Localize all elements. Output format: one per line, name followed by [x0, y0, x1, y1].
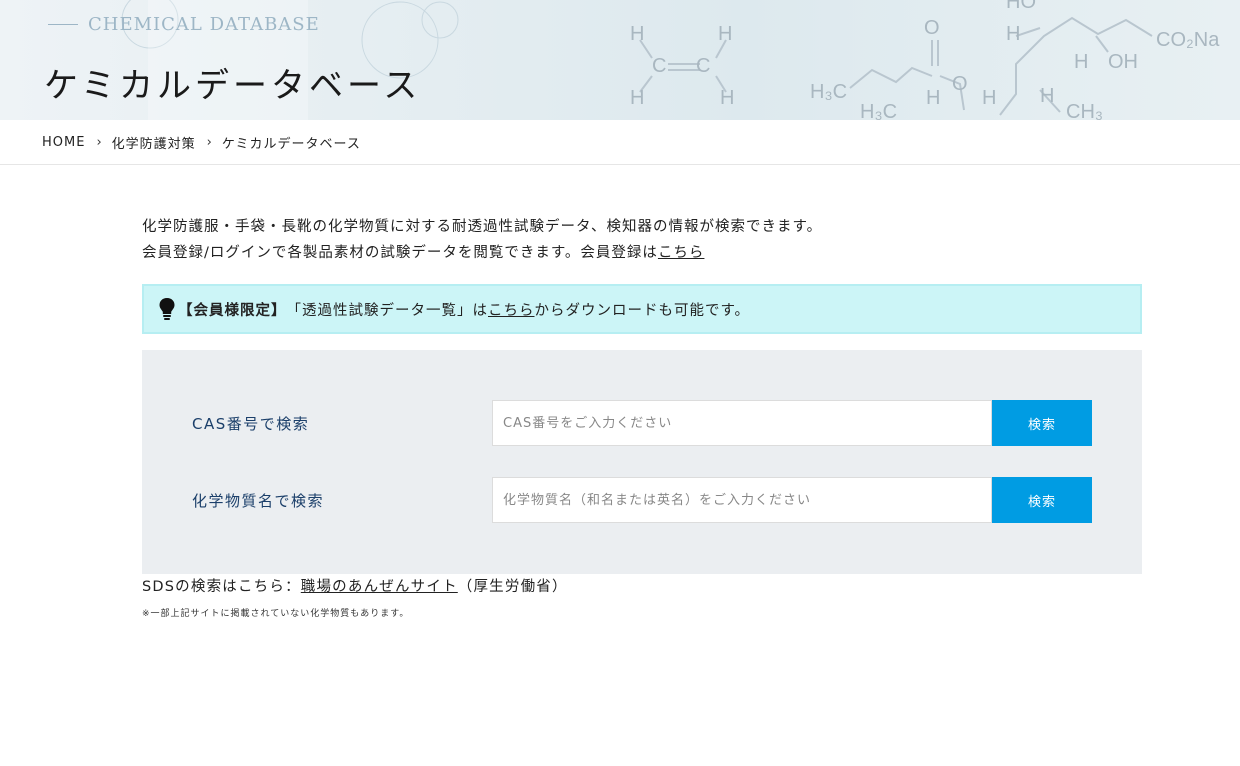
svg-text:OH: OH	[1108, 51, 1138, 73]
subtitle-rule	[48, 24, 78, 25]
chemical-name-input[interactable]	[492, 477, 992, 523]
main-content: 化学防護服・手袋・長靴の化学物質に対する耐透過性試験データ、検知器の情報が検索で…	[142, 214, 1142, 619]
breadcrumb-current: ケミカルデータベース	[221, 136, 361, 152]
cas-search-label: CAS番号で検索	[192, 414, 310, 433]
member-registration-link[interactable]: こちら	[658, 245, 705, 261]
intro-text: 化学防護服・手袋・長靴の化学物質に対する耐透過性試験データ、検知器の情報が検索で…	[142, 214, 1142, 266]
svg-text:H: H	[982, 87, 996, 109]
chevron-right-icon: ›	[96, 134, 103, 150]
svg-text:HO: HO	[1006, 0, 1036, 13]
notice-text-before: 「透過性試験データ一覧」は	[286, 302, 488, 319]
intro-line-1: 化学防護服・手袋・長靴の化学物質に対する耐透過性試験データ、検知器の情報が検索で…	[142, 219, 823, 235]
hero-subtitle: CHEMICAL DATABASE	[48, 14, 320, 35]
page-title: ケミカルデータベース	[44, 66, 422, 106]
sds-search-text: SDSの検索はこちら：職場のあんぜんサイト（厚生労働省）	[142, 576, 1142, 598]
svg-text:H: H	[720, 87, 734, 109]
svg-text:H: H	[718, 23, 732, 45]
svg-text:H: H	[926, 87, 940, 109]
members-only-label: 【会員様限定】	[178, 302, 287, 319]
search-panel: CAS番号で検索 検索 化学物質名で検索 検索	[142, 350, 1142, 574]
chemical-name-search-label: 化学物質名で検索	[192, 491, 325, 510]
cas-search-row: CAS番号で検索 検索	[192, 400, 1092, 446]
svg-text:CH₃: CH₃	[1066, 101, 1103, 120]
anzen-site-link[interactable]: 職場のあんぜんサイト	[301, 579, 458, 595]
svg-text:H: H	[630, 23, 644, 45]
cas-number-input[interactable]	[492, 400, 992, 446]
svg-text:H₃C: H₃C	[810, 81, 847, 103]
svg-text:H: H	[1074, 51, 1088, 73]
sds-text-after: （厚生労働省）	[457, 579, 568, 595]
name-search-row: 化学物質名で検索 検索	[192, 477, 1092, 523]
chemical-name-search-button[interactable]: 検索	[992, 477, 1092, 523]
lightbulb-icon	[159, 298, 175, 320]
breadcrumb: HOME › 化学防護対策 › ケミカルデータベース	[0, 120, 1240, 165]
intro-line-2-text: 会員登録/ログインで各製品素材の試験データを閲覧できます。会員登録は	[142, 245, 658, 261]
breadcrumb-home-link[interactable]: HOME	[42, 135, 85, 150]
hero-subtitle-text: CHEMICAL DATABASE	[88, 14, 320, 35]
hero-banner: H H C C H H H₃C O O H₃C H H HO H H OH CO…	[0, 0, 1240, 120]
svg-text:H: H	[630, 87, 644, 109]
cas-search-button[interactable]: 検索	[992, 400, 1092, 446]
svg-text:H₃C: H₃C	[860, 101, 897, 120]
svg-text:C: C	[696, 55, 710, 77]
sds-text-before: SDSの検索はこちら：	[142, 579, 301, 595]
footnote: ※一部上記サイトに掲載されていない化学物質もあります。	[142, 609, 410, 619]
members-only-notice: 【会員様限定】 「透過性試験データ一覧」は こちら からダウンロードも可能です。	[142, 284, 1142, 334]
svg-text:CO₂Na: CO₂Na	[1156, 29, 1220, 51]
intro-line-2: 会員登録/ログインで各製品素材の試験データを閲覧できます。会員登録はこちら	[142, 240, 1142, 266]
svg-text:H: H	[1006, 23, 1020, 45]
svg-text:C: C	[652, 55, 666, 77]
chevron-right-icon: ›	[206, 134, 213, 150]
svg-text:H: H	[1040, 85, 1054, 107]
breadcrumb-chemical-protection-link[interactable]: 化学防護対策	[112, 133, 196, 152]
download-list-link[interactable]: こちら	[488, 299, 535, 320]
svg-text:O: O	[952, 73, 968, 95]
svg-text:O: O	[924, 17, 940, 39]
notice-text-after: からダウンロードも可能です。	[534, 302, 751, 319]
